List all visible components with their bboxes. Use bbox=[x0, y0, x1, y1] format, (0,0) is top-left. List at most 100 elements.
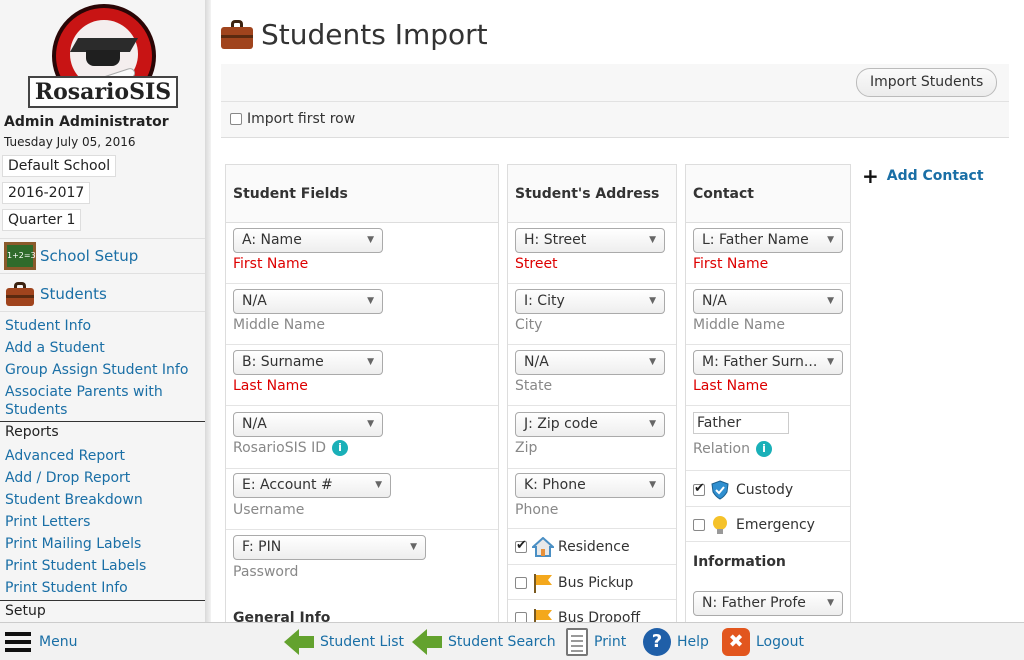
zip-select[interactable]: J: Zip code ▼ bbox=[515, 412, 665, 437]
help-button[interactable]: ? Help bbox=[643, 623, 709, 660]
first-name-label: First Name bbox=[233, 256, 309, 272]
user-name: Admin Administrator bbox=[4, 114, 169, 130]
general-info-section: General Info bbox=[226, 592, 498, 622]
menu-students[interactable]: Students bbox=[0, 276, 205, 312]
bus-pickup-checkbox[interactable] bbox=[515, 577, 527, 589]
password-label: Password bbox=[233, 564, 299, 580]
student-search-link[interactable]: Student Search bbox=[412, 623, 556, 660]
link-print-mailing-labels[interactable]: Print Mailing Labels bbox=[5, 535, 141, 553]
link-group-assign[interactable]: Group Assign Student Info bbox=[5, 361, 188, 379]
link-student-info[interactable]: Student Info bbox=[5, 317, 91, 335]
link-student-breakdown[interactable]: Student Breakdown bbox=[5, 491, 143, 509]
street-select[interactable]: H: Street ▼ bbox=[515, 228, 665, 253]
school-year-select[interactable]: 2016-2017 bbox=[2, 182, 91, 204]
rosariosis-logo[interactable]: RosarioSIS bbox=[28, 4, 178, 108]
city-select[interactable]: I: City ▼ bbox=[515, 289, 665, 314]
student-list-link[interactable]: Student List bbox=[284, 623, 404, 660]
emergency-option[interactable]: Emergency bbox=[693, 515, 815, 535]
hamburger-icon bbox=[5, 632, 31, 652]
information-section: Information N: Father Profe ▼ bbox=[686, 542, 850, 622]
link-print-student-info[interactable]: Print Student Info bbox=[5, 579, 128, 597]
link-print-letters[interactable]: Print Letters bbox=[5, 513, 90, 531]
residence-checkbox[interactable] bbox=[515, 538, 527, 553]
link-advanced-report[interactable]: Advanced Report bbox=[5, 447, 125, 465]
contact-middle-name-label: Middle Name bbox=[693, 317, 785, 333]
emergency-row: Emergency bbox=[686, 507, 850, 542]
field-row-contact-middle-name: N/A ▼ Middle Name bbox=[686, 284, 850, 345]
bus-pickup-option[interactable]: Bus Pickup bbox=[515, 573, 633, 593]
import-first-row-checkbox[interactable] bbox=[230, 113, 242, 125]
info-icon[interactable]: i bbox=[332, 440, 349, 456]
last-name-select[interactable]: B: Surname ▼ bbox=[233, 350, 383, 375]
phone-select[interactable]: K: Phone ▼ bbox=[515, 473, 665, 498]
contact-last-name-select[interactable]: M: Father Surn... ▼ bbox=[693, 350, 843, 375]
add-contact-link[interactable]: + Add Contact bbox=[862, 164, 984, 188]
back-arrow-icon bbox=[284, 629, 314, 655]
import-first-row-option[interactable]: Import first row bbox=[230, 111, 355, 127]
flag-icon bbox=[532, 608, 552, 622]
sidebar-divider bbox=[205, 0, 211, 622]
logout-button[interactable]: ✖ Logout bbox=[722, 623, 804, 660]
middle-name-select[interactable]: N/A ▼ bbox=[233, 289, 383, 314]
rosariosis-id-select[interactable]: N/A ▼ bbox=[233, 412, 383, 437]
residence-row: Residence bbox=[508, 529, 676, 565]
field-row-relation: Father Relation i bbox=[686, 406, 850, 471]
field-row-rosariosis-id: N/A ▼ RosarioSIS ID i bbox=[226, 406, 498, 469]
emergency-checkbox[interactable] bbox=[693, 519, 705, 531]
field-row-street: H: Street ▼ Street bbox=[508, 223, 676, 284]
middle-name-label: Middle Name bbox=[233, 317, 325, 333]
information-select[interactable]: N: Father Profe ▼ bbox=[693, 591, 843, 616]
custody-option[interactable]: Custody bbox=[693, 480, 793, 500]
contact-middle-name-select[interactable]: N/A ▼ bbox=[693, 289, 843, 314]
student-fields-panel: Student Fields A: Name ▼ First Name N/A ▼ … bbox=[225, 164, 499, 622]
menu-button[interactable]: Menu bbox=[5, 623, 77, 660]
contact-first-name-label: First Name bbox=[693, 256, 769, 272]
link-associate-parents[interactable]: Associate Parents with Students bbox=[5, 383, 185, 419]
password-select[interactable]: F: PIN ▼ bbox=[233, 535, 426, 560]
username-select[interactable]: E: Account # ▼ bbox=[233, 473, 391, 498]
first-name-select[interactable]: A: Name ▼ bbox=[233, 228, 383, 253]
menu-school-setup[interactable]: 1+2=3 School Setup bbox=[0, 238, 205, 274]
state-select[interactable]: N/A ▼ bbox=[515, 350, 665, 375]
import-students-button[interactable]: Import Students bbox=[856, 68, 998, 97]
relation-label: Relation i bbox=[693, 441, 772, 457]
briefcase-icon bbox=[221, 18, 253, 50]
rosariosis-id-label: RosarioSIS ID i bbox=[233, 440, 349, 456]
city-label: City bbox=[515, 317, 543, 333]
lightbulb-icon bbox=[710, 515, 730, 535]
field-row-last-name: B: Surname ▼ Last Name bbox=[226, 345, 498, 406]
info-icon[interactable]: i bbox=[756, 441, 772, 457]
main-content: Students Import Import Students Import f… bbox=[221, 0, 1024, 622]
link-print-student-labels[interactable]: Print Student Labels bbox=[5, 557, 146, 575]
contact-last-name-label: Last Name bbox=[693, 378, 768, 394]
link-add-student[interactable]: Add a Student bbox=[5, 339, 105, 357]
bus-dropoff-checkbox[interactable] bbox=[515, 612, 527, 622]
logout-icon: ✖ bbox=[722, 628, 750, 656]
custody-checkbox[interactable] bbox=[693, 481, 705, 496]
school-select[interactable]: Default School bbox=[2, 155, 117, 177]
field-row-contact-first-name: L: Father Name ▼ First Name bbox=[686, 223, 850, 284]
field-row-middle-name: N/A ▼ Middle Name bbox=[226, 284, 498, 345]
marking-period-select[interactable]: Quarter 1 bbox=[2, 209, 82, 231]
field-row-state: N/A ▼ State bbox=[508, 345, 676, 406]
contact-header: Contact bbox=[686, 165, 850, 223]
contact-first-name-select[interactable]: L: Father Name ▼ bbox=[693, 228, 843, 253]
bus-dropoff-option[interactable]: Bus Dropoff bbox=[515, 608, 640, 622]
logo-text: RosarioSIS bbox=[28, 76, 178, 108]
back-arrow-icon bbox=[412, 629, 442, 655]
contact-panel: Contact L: Father Name ▼ First Name N/A ▼ … bbox=[685, 164, 851, 622]
setup-header: Setup bbox=[0, 600, 205, 622]
username-label: Username bbox=[233, 502, 305, 518]
print-button[interactable]: Print bbox=[566, 623, 626, 660]
general-info-header: General Info bbox=[233, 610, 331, 622]
sidebar: RosarioSIS Admin Administrator Tuesday J… bbox=[0, 0, 205, 622]
link-add-drop-report[interactable]: Add / Drop Report bbox=[5, 469, 130, 487]
relation-input[interactable]: Father bbox=[693, 412, 789, 434]
address-panel: Student's Address H: Street ▼ Street I: C… bbox=[507, 164, 677, 622]
residence-option[interactable]: Residence bbox=[515, 536, 630, 557]
shield-icon bbox=[710, 480, 730, 500]
state-label: State bbox=[515, 378, 553, 394]
reports-header: Reports bbox=[0, 421, 205, 443]
page-header: Students Import bbox=[221, 14, 488, 54]
field-row-username: E: Account # ▼ Username bbox=[226, 469, 498, 530]
